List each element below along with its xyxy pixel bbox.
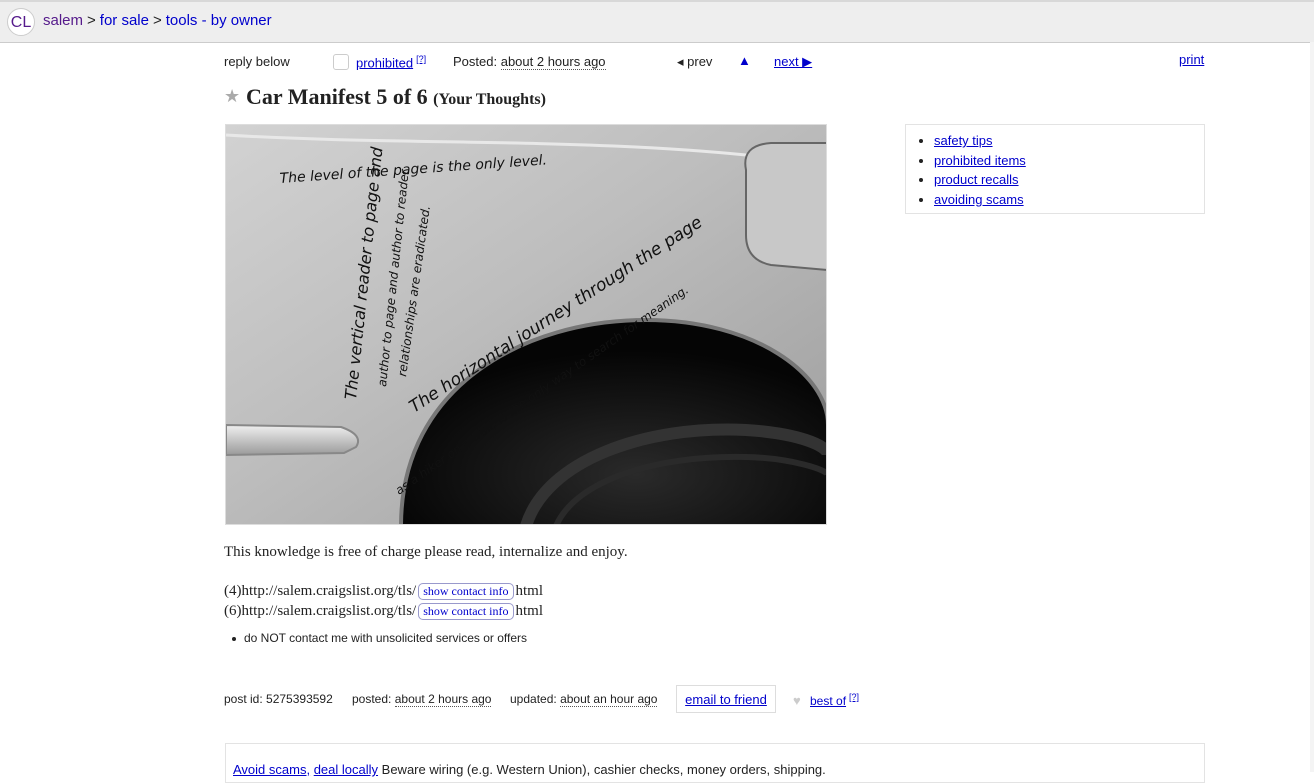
notice-item: do NOT contact me with unsolicited servi… [232,631,527,645]
post-link-suffix: html [515,583,544,599]
show-contact-info-button[interactable]: show contact info [418,583,514,600]
post-photo[interactable]: The level of the page is the only level.… [225,124,827,525]
email-to-friend-label: email to friend [685,692,767,707]
email-to-friend-button[interactable]: email to friend [676,685,776,713]
print-link[interactable]: print [1179,52,1204,67]
post-id: post id: 5275393592 [224,692,333,706]
safety-list-item: prohibited items [934,151,1204,171]
post-title: Car Manifest 5 of 6 (Your Thoughts) [246,84,546,110]
post-title-main: Car Manifest 5 of 6 [246,84,428,109]
avoid-scams-link[interactable]: Avoid scams, [233,762,310,777]
scams-warning-body: Beware wiring (e.g. Western Union), cash… [381,762,826,777]
updated-info: updated: about an hour ago [510,692,658,707]
scams-warning-text: Avoid scams, deal locally Beware wiring … [233,762,826,777]
breadcrumb: salem > for sale > tools - by owner [43,12,272,29]
safety-list-item: avoiding scams [934,190,1204,210]
prohibited-link[interactable]: prohibited [356,55,413,70]
posted-info: posted: about 2 hours ago [352,692,492,707]
best-of: best of [?] [810,692,859,708]
breadcrumb-salem[interactable]: salem [43,12,83,29]
bullet-dot [232,636,236,641]
top-bar: CL salem > for sale > tools - by owner [0,0,1314,43]
reply-below[interactable]: reply below [224,54,290,69]
safety-list-item: safety tips [934,131,1204,151]
notice-text: do NOT contact me with unsolicited servi… [244,631,528,645]
up-arrow-button[interactable]: ▲ [738,53,751,68]
craigslist-logo[interactable]: CL [7,8,35,36]
post-link-line: (6)http://salem.craigslist.org/tls/show … [224,603,543,620]
favorite-star-icon[interactable]: ★ [224,86,240,107]
deal-locally-link[interactable]: deal locally [314,762,378,777]
product-recalls-link[interactable]: product recalls [934,172,1019,187]
breadcrumb-for-sale[interactable]: for sale [100,12,149,29]
footer-updated-time: about an hour ago [560,692,658,707]
breadcrumb-separator: > [87,12,96,29]
avoiding-scams-link[interactable]: avoiding scams [934,192,1024,207]
car-photo-image: The level of the page is the only level.… [226,125,826,524]
prohibited-flag: prohibited [?] [356,54,426,70]
prev-button[interactable]: ◂ prev [677,54,712,70]
footer-updated-label: updated: [510,692,557,706]
best-of-help-link[interactable]: [?] [849,692,859,702]
safety-list-item: product recalls [934,170,1204,190]
show-contact-info-button[interactable]: show contact info [418,603,514,620]
post-link-prefix: (6)http://salem.craigslist.org/tls/ [224,603,417,619]
safety-links-box: safety tips prohibited items product rec… [905,124,1205,214]
breadcrumb-separator: > [152,12,162,29]
heart-icon[interactable]: ♥ [793,693,801,708]
post-body: This knowledge is free of charge please … [224,544,628,560]
next-button[interactable]: next ▶ [774,54,812,70]
posted-time: about 2 hours ago [500,54,606,70]
flag-checkbox[interactable] [333,54,349,70]
post-title-sub: (Your Thoughts) [433,91,546,108]
best-of-link[interactable]: best of [810,694,846,708]
footer-posted-time: about 2 hours ago [394,692,492,707]
prohibited-items-link[interactable]: prohibited items [934,153,1026,168]
footer-posted-label: posted: [352,692,392,706]
post-link-suffix: html [515,603,544,619]
post-link-line: (4)http://salem.craigslist.org/tls/show … [224,583,543,600]
top-strip [0,0,1314,2]
posted-date: Posted: about 2 hours ago [453,54,606,70]
safety-tips-link[interactable]: safety tips [934,133,993,148]
prohibited-help-link[interactable]: [?] [416,54,426,64]
posted-label: Posted: [453,54,498,69]
scrollbar-track[interactable] [1310,42,1314,772]
breadcrumb-tools-by-owner[interactable]: tools - by owner [166,12,272,29]
post-link-prefix: (4)http://salem.craigslist.org/tls/ [224,583,417,599]
